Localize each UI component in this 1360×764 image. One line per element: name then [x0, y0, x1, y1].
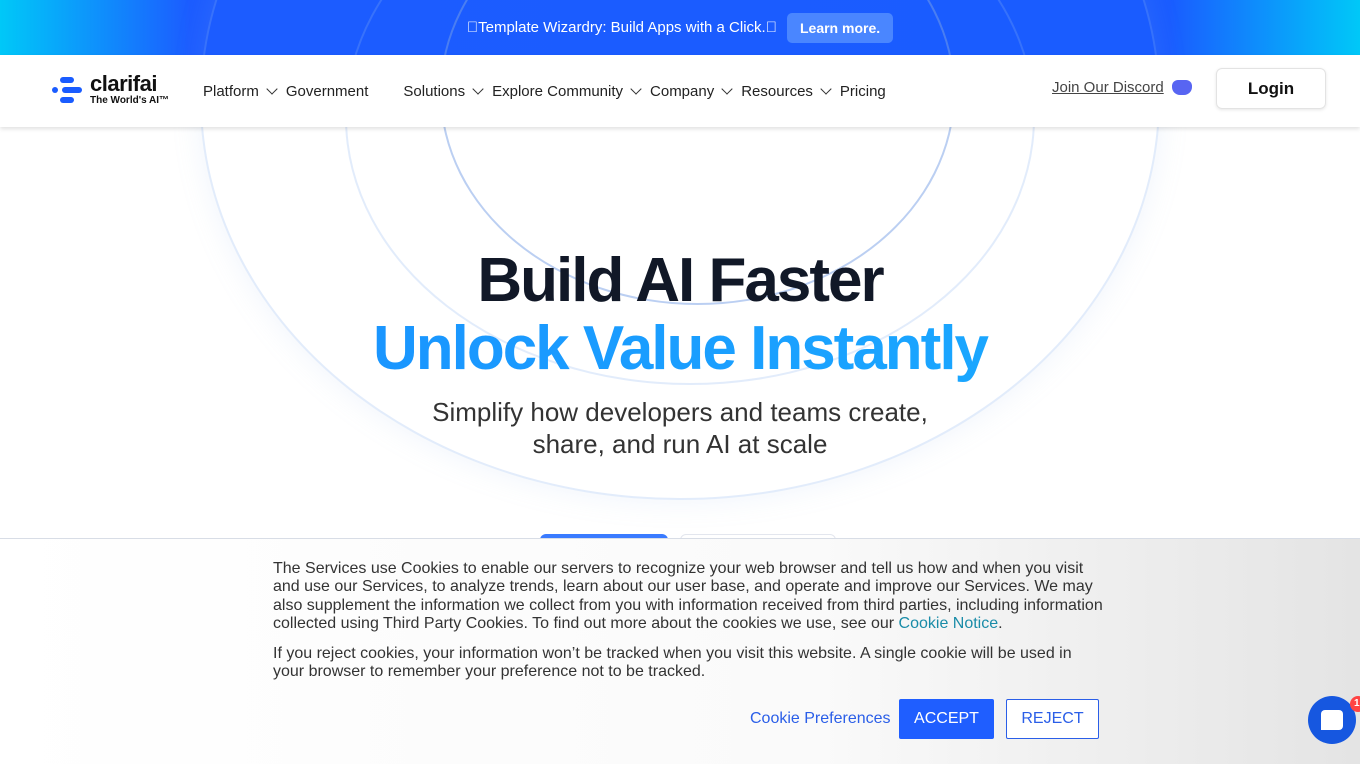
nav-item-platform[interactable]: Platform [203, 83, 286, 100]
clarifai-logo-icon [52, 76, 82, 104]
chat-launcher-button[interactable] [1308, 696, 1356, 744]
chevron-down-icon [266, 82, 278, 95]
nav-item-solutions[interactable]: Solutions [403, 83, 492, 100]
nav-menu: Platform Government Solutions Explore Co… [203, 55, 886, 127]
cookie-notice-link[interactable]: Cookie Notice [899, 615, 999, 632]
nav-item-government[interactable]: Government [286, 83, 369, 100]
nav-item-company[interactable]: Company [650, 83, 741, 100]
cookie-reject-text: If you reject cookies, your information … [273, 645, 1072, 681]
login-button[interactable]: Login [1216, 68, 1326, 109]
hero-title-accent: Unlock Value Instantly [0, 313, 1360, 384]
chat-icon [1321, 710, 1343, 730]
main-nav: clarifai The World's AI™ Platform Governm… [0, 55, 1360, 127]
nav-item-pricing[interactable]: Pricing [840, 83, 886, 100]
cookie-banner: The Services use Cookies to enable our s… [0, 538, 1360, 764]
nav-item-explore-community[interactable]: Explore Community [492, 83, 650, 100]
chat-unread-badge: 1 [1350, 696, 1360, 712]
chevron-down-icon [820, 82, 832, 95]
logo-tagline: The World's AI™ [90, 95, 170, 106]
cookie-preferences-link[interactable]: Cookie Preferences [750, 710, 891, 728]
hero-subtitle: Simplify how developers and teams create… [432, 397, 928, 459]
hero-title: Build AI Faster [477, 246, 884, 315]
logo[interactable]: clarifai The World's AI™ [52, 73, 169, 106]
nav-item-resources[interactable]: Resources [741, 83, 840, 100]
cookie-text: The Services use Cookies to enable our s… [273, 560, 1103, 632]
chevron-down-icon [472, 82, 484, 95]
logo-name: clarifai [90, 71, 157, 96]
accept-button[interactable]: ACCEPT [899, 699, 994, 739]
chevron-down-icon [721, 82, 733, 95]
discord-icon [1171, 80, 1192, 95]
reject-button[interactable]: REJECT [1006, 699, 1099, 739]
chevron-down-icon [630, 82, 642, 95]
join-discord-link[interactable]: Join Our Discord [1052, 79, 1192, 96]
